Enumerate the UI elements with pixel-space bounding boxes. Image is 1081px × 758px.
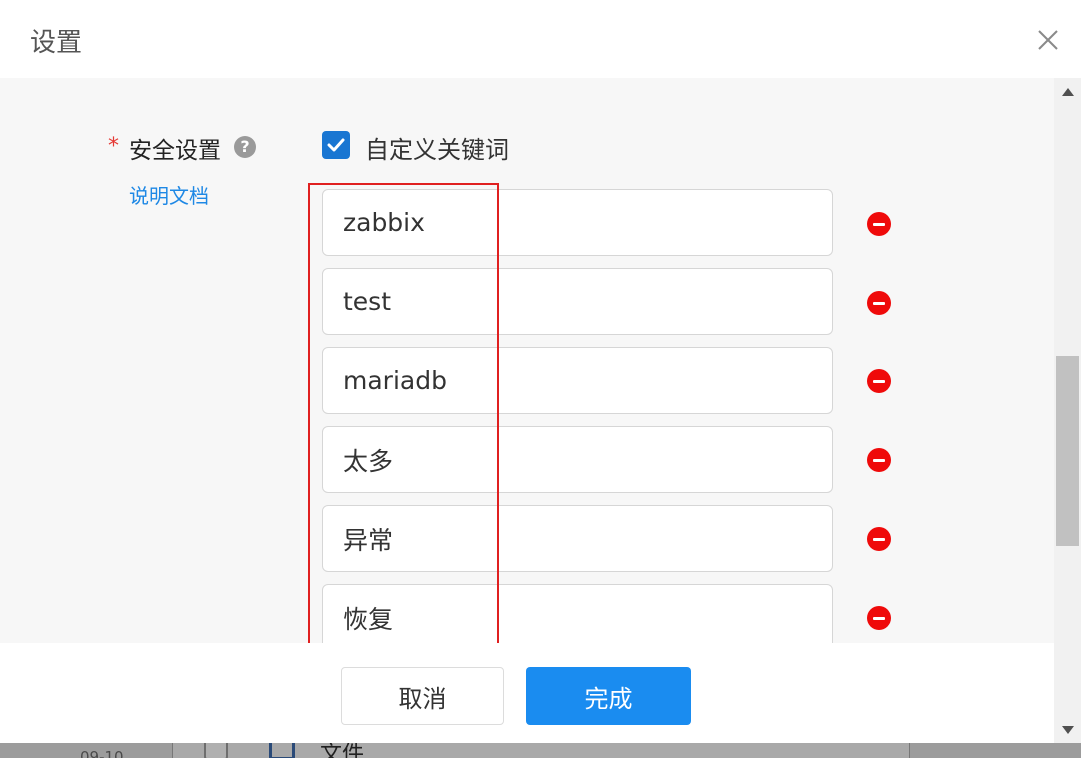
close-icon[interactable] — [1036, 28, 1060, 52]
scroll-up-arrow-icon[interactable] — [1062, 88, 1074, 96]
background-checkbox — [204, 742, 228, 758]
minus-circle-icon[interactable] — [867, 369, 891, 393]
dialog-footer: 取消 完成 — [0, 643, 1054, 743]
custom-keyword-checkbox[interactable] — [322, 131, 350, 159]
document-icon — [269, 742, 295, 758]
minus-circle-icon[interactable] — [867, 527, 891, 551]
minus-circle-icon[interactable] — [867, 606, 891, 630]
keyword-input[interactable] — [322, 189, 833, 256]
dialog-title: 设置 — [30, 28, 83, 58]
keyword-input[interactable] — [322, 584, 833, 643]
keyword-input[interactable] — [322, 426, 833, 493]
check-icon — [327, 138, 345, 152]
minus-circle-icon[interactable] — [867, 212, 891, 236]
doc-link[interactable]: 说明文档 — [129, 180, 209, 209]
keyword-input[interactable] — [322, 268, 833, 335]
settings-dialog: 设置 * 安全设置 ? 说明文档 自定义关键词 zabbix test mari… — [0, 0, 1081, 743]
vertical-scrollbar[interactable] — [1054, 78, 1081, 743]
scroll-thumb[interactable] — [1056, 356, 1079, 546]
minus-circle-icon[interactable] — [867, 448, 891, 472]
custom-keyword-label: 自定义关键词 — [365, 136, 509, 164]
background-item-label: 文件 — [320, 742, 365, 758]
scroll-down-arrow-icon[interactable] — [1062, 726, 1074, 734]
background-page: 09-10 文件 — [0, 742, 1081, 758]
security-settings-label: 安全设置 — [129, 138, 221, 164]
done-button[interactable]: 完成 — [526, 667, 691, 725]
cancel-button[interactable]: 取消 — [341, 667, 504, 725]
minus-circle-icon[interactable] — [867, 291, 891, 315]
dialog-header: 设置 — [0, 0, 1081, 78]
question-circle-icon[interactable]: ? — [234, 136, 256, 158]
keyword-input[interactable] — [322, 505, 833, 572]
background-time: 09-10 — [80, 748, 124, 758]
dialog-body: * 安全设置 ? 说明文档 自定义关键词 — [0, 78, 1054, 643]
required-mark: * — [108, 134, 119, 159]
keyword-input[interactable] — [322, 347, 833, 414]
